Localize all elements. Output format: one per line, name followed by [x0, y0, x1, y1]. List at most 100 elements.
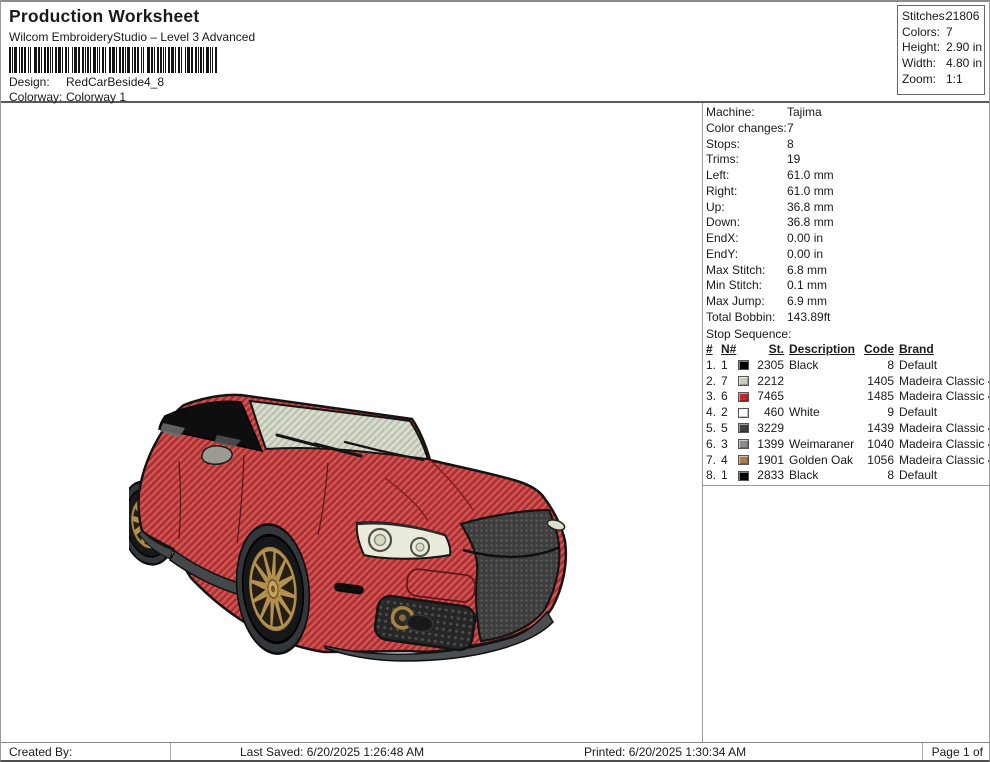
machine-info-label: Machine: [706, 105, 787, 121]
thread-color-cell [738, 453, 754, 469]
printed-text: Printed: 6/20/2025 1:30:34 AM [584, 743, 746, 761]
machine-info-row: Max Jump:6.9 mm [703, 294, 990, 310]
stop-sequence-title: Stop Sequence: [703, 326, 990, 342]
description-cell [784, 374, 864, 390]
code-cell: 8 [864, 358, 894, 374]
machine-info-row: EndX:0.00 in [703, 231, 990, 247]
machine-info-label: Left: [706, 168, 787, 184]
side-mirror [202, 446, 232, 464]
column-header: N# [721, 342, 738, 358]
machine-info-row: Color changes:7 [703, 121, 990, 137]
panel-bottom-border [702, 485, 990, 486]
stop-needle-number: 1 [721, 358, 738, 374]
machine-info-value: 7 [787, 121, 794, 135]
code-cell: 1056 [864, 453, 894, 469]
app-subtitle: Wilcom EmbroideryStudio – Level 3 Advanc… [9, 30, 255, 44]
header: Production Worksheet Wilcom EmbroiderySt… [1, 2, 989, 103]
column-header: Code [864, 342, 894, 358]
stat-row: Zoom:1:1 [902, 72, 984, 88]
machine-info-row: Trims:19 [703, 152, 990, 168]
stitch-count-cell: 2833 [754, 468, 784, 484]
machine-info-row: Min Stitch:0.1 mm [703, 278, 990, 294]
design-row: Design:RedCarBeside4_8 [9, 75, 164, 89]
column-header: St. [738, 342, 784, 358]
stop-needle-number: 4 [721, 453, 738, 469]
stop-needle-number: 7 [721, 374, 738, 390]
brand-cell: Default [894, 405, 990, 421]
colorway-row: Colorway:Colorway 1 [9, 90, 126, 104]
machine-info-list: Machine:TajimaColor changes:7Stops:8Trim… [703, 105, 990, 326]
stop-needle-number: 1 [721, 468, 738, 484]
column-header: # [706, 342, 721, 358]
stat-value: 4.80 in [946, 56, 982, 70]
stop-row-number: 5. [706, 421, 721, 437]
column-header: Brand [894, 342, 990, 358]
thread-color-cell [738, 358, 754, 374]
stat-row: Height:2.90 in [902, 40, 984, 56]
stat-value: 2.90 in [946, 40, 982, 54]
stitch-count-cell: 7465 [754, 389, 784, 405]
machine-info-panel: Machine:Tajima Color changes:7Stops: 8 Trim… [703, 105, 990, 484]
machine-info-label: Max Stitch: [706, 263, 787, 279]
thread-color-cell [738, 389, 754, 405]
stat-row: Stitches:21806 [902, 9, 984, 25]
design-value: RedCarBeside4_8 [66, 75, 164, 89]
stop-row-number: 2. [706, 374, 721, 390]
description-cell: White [784, 405, 864, 421]
stat-label: Height: [902, 40, 946, 56]
code-cell: 1405 [864, 374, 894, 390]
machine-info-label: Max Jump: [706, 294, 787, 310]
machine-info-label: Stops: [706, 137, 787, 153]
brand-cell: Madeira Classic 40 [894, 453, 990, 469]
stitch-count-cell: 460 [754, 405, 784, 421]
stat-row: Colors:7 [902, 25, 984, 41]
description-cell: Black [784, 468, 864, 484]
thread-color-cell [738, 421, 754, 437]
stop-row-number: 7. [706, 453, 721, 469]
machine-info-value: Tajima [787, 105, 822, 119]
brand-cell: Madeira Classic 40 [894, 437, 990, 453]
code-cell: 1485 [864, 389, 894, 405]
machine-info-label: EndY: [706, 247, 787, 263]
stop-row-number: 6. [706, 437, 721, 453]
machine-info-label: Down: [706, 215, 787, 231]
description-cell [784, 389, 864, 405]
stat-value: 1:1 [946, 72, 963, 86]
stat-row: Width:4.80 in [902, 56, 984, 72]
machine-info-label: EndX: [706, 231, 787, 247]
thread-color-swatch [738, 376, 749, 386]
stat-label: Width: [902, 56, 946, 72]
machine-info-row: EndY:0.00 in [703, 247, 990, 263]
page-number: Page 1 of 1 [922, 743, 989, 762]
stop-needle-number: 5 [721, 421, 738, 437]
machine-info-value: 61.0 mm [787, 168, 834, 182]
brand-cell: Default [894, 358, 990, 374]
description-cell: Golden Oak [784, 453, 864, 469]
thread-color-cell [738, 405, 754, 421]
machine-info-value: 19 [787, 152, 800, 166]
design-stats-box: Stitches:21806Colors:7Height:2.90 inWidt… [897, 5, 985, 95]
stop-row-number: 4. [706, 405, 721, 421]
machine-info-row: Right:61.0 mm [703, 184, 990, 200]
machine-info-label: Trims: [706, 152, 787, 168]
stop-row-number: 8. [706, 468, 721, 484]
barcode-icon [9, 47, 221, 73]
design-preview-area [1, 105, 701, 742]
stitch-count-cell: 1399 [754, 437, 784, 453]
stop-row-number: 3. [706, 389, 721, 405]
machine-info-row: Max Stitch:6.8 mm [703, 263, 990, 279]
stop-needle-number: 6 [721, 389, 738, 405]
stitch-count-cell: 2212 [754, 374, 784, 390]
machine-info-row: Down:36.8 mm [703, 215, 990, 231]
stat-label: Zoom: [902, 72, 946, 88]
machine-info-value: 36.8 mm [787, 200, 834, 214]
machine-info-row: Total Bobbin:143.89ft [703, 310, 990, 326]
colorway-label: Colorway: [9, 90, 66, 104]
production-worksheet-page: Production Worksheet Wilcom EmbroiderySt… [0, 0, 990, 762]
machine-info-label: Total Bobbin: [706, 310, 787, 326]
stat-value: 7 [946, 25, 953, 39]
stitch-count-cell: 1901 [754, 453, 784, 469]
machine-info-row: Left:61.0 mm [703, 168, 990, 184]
machine-info-value: 61.0 mm [787, 184, 834, 198]
code-cell: 1040 [864, 437, 894, 453]
